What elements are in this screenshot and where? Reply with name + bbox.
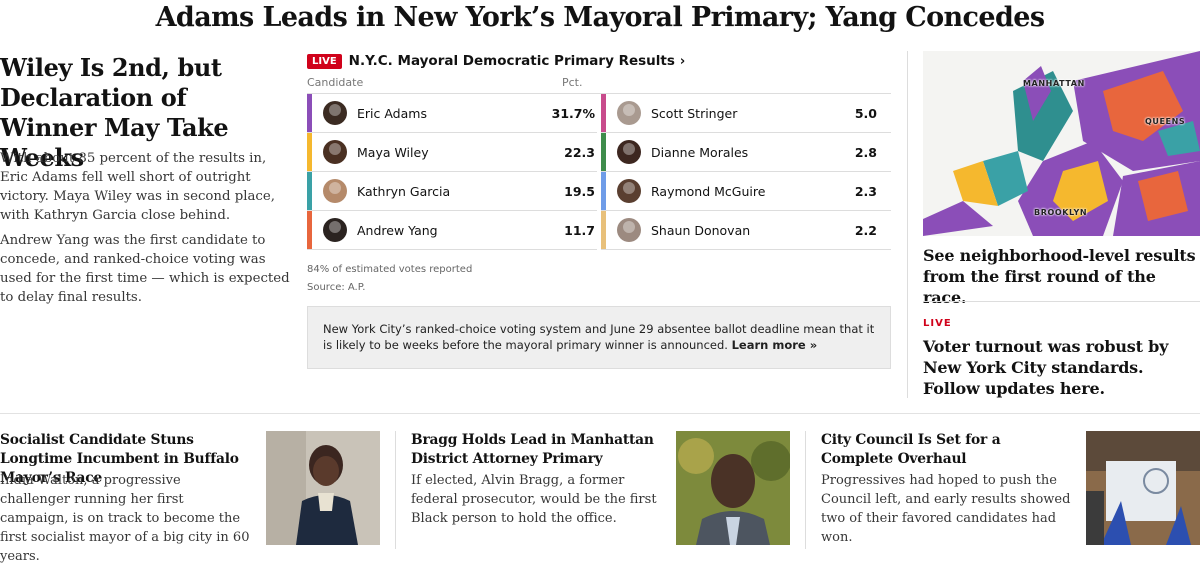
candidate-row: Kathryn Garcia 19.5 xyxy=(307,172,597,211)
candidate-avatar xyxy=(617,140,641,164)
candidate-pct: 2.8 xyxy=(854,144,877,160)
candidate-avatar xyxy=(617,218,641,242)
results-header[interactable]: LIVE N.Y.C. Mayoral Democratic Primary R… xyxy=(307,51,891,71)
story-city-council[interactable]: City Council Is Set for a Complete Overh… xyxy=(821,431,1200,545)
story-photo-art xyxy=(676,431,790,545)
results-module: LIVE N.Y.C. Mayoral Democratic Primary R… xyxy=(307,51,891,369)
candidate-avatar xyxy=(323,101,347,125)
candidate-color-bar xyxy=(601,94,606,132)
candidate-pct: 5.0 xyxy=(854,105,877,121)
candidate-color-bar xyxy=(307,172,312,210)
candidate-name: Andrew Yang xyxy=(357,222,438,238)
results-map[interactable]: MANHATTAN QUEENS BROOKLYN xyxy=(923,51,1200,236)
candidate-color-bar xyxy=(307,94,312,132)
candidate-name: Kathryn Garcia xyxy=(357,183,451,199)
candidate-row: Scott Stringer 5.0 xyxy=(601,94,891,133)
story-photo[interactable] xyxy=(676,431,790,545)
story-summary: India Walton, a progressive challenger r… xyxy=(0,473,250,564)
candidate-column-header: Candidate xyxy=(307,76,364,89)
candidate-row: Maya Wiley 22.3 xyxy=(307,133,597,172)
story-title[interactable]: Bragg Holds Lead in Manhattan District A… xyxy=(411,431,656,469)
candidate-row: Andrew Yang 11.7 xyxy=(307,211,597,250)
main-headline[interactable]: Adams Leads in New York’s Mayoral Primar… xyxy=(0,2,1200,33)
candidate-pct: 22.3 xyxy=(564,144,595,160)
results-column-left: Eric Adams 31.7% Maya Wiley 22.3 Kathryn Gar… xyxy=(307,94,597,250)
candidate-name: Maya Wiley xyxy=(357,144,429,160)
candidate-row: Dianne Morales 2.8 xyxy=(601,133,891,172)
candidate-color-bar xyxy=(307,211,312,249)
candidate-row: Shaun Donovan 2.2 xyxy=(601,211,891,250)
map-label-queens: QUEENS xyxy=(1145,117,1186,126)
results-title[interactable]: N.Y.C. Mayoral Democratic Primary Result… xyxy=(349,53,675,69)
story-photo-art xyxy=(266,431,380,545)
chevron-right-icon[interactable]: › xyxy=(680,54,685,69)
story-buffalo[interactable]: Socialist Candidate Stuns Longtime Incum… xyxy=(0,431,380,564)
live-label: LIVE xyxy=(923,318,952,329)
story-photo-art xyxy=(1086,431,1200,545)
learn-more-link[interactable]: Learn more » xyxy=(732,338,818,352)
pct-column-header: Pct. xyxy=(562,76,583,89)
results-grid: Eric Adams 31.7% Maya Wiley 22.3 Kathryn Gar… xyxy=(307,93,891,250)
ranked-choice-note: New York City’s ranked-choice voting sys… xyxy=(307,306,891,369)
story-bragg[interactable]: Bragg Holds Lead in Manhattan District A… xyxy=(411,431,790,545)
candidate-pct: 2.2 xyxy=(854,222,877,238)
right-rail-divider xyxy=(923,301,1200,302)
candidate-avatar xyxy=(617,179,641,203)
column-divider xyxy=(907,51,908,398)
candidate-name: Shaun Donovan xyxy=(651,222,751,238)
candidate-avatar xyxy=(323,218,347,242)
lead-story-summary-2: Andrew Yang was the first candidate to c… xyxy=(0,233,290,305)
candidate-name: Eric Adams xyxy=(357,105,427,121)
story-summary: If elected, Alvin Bragg, a former federa… xyxy=(411,473,657,526)
story-photo[interactable] xyxy=(266,431,380,545)
results-column-right: Scott Stringer 5.0 Dianne Morales 2.8 Raymon… xyxy=(601,94,891,250)
votes-reported-text: 84% of estimated votes reported xyxy=(307,264,473,275)
map-headline-link[interactable]: See neighborhood-level results from the … xyxy=(923,245,1200,308)
candidate-row: Raymond McGuire 2.3 xyxy=(601,172,891,211)
candidate-pct: 19.5 xyxy=(564,183,595,199)
results-column-headers: Candidate Pct. xyxy=(307,71,891,93)
results-footnote: 84% of estimated votes reported Source: … xyxy=(307,261,891,297)
candidate-color-bar xyxy=(601,133,606,171)
candidate-pct: 31.7% xyxy=(551,105,595,121)
story-title[interactable]: City Council Is Set for a Complete Overh… xyxy=(821,431,1066,469)
story-summary: Progressives had hoped to push the Counc… xyxy=(821,473,1071,545)
candidate-color-bar xyxy=(307,133,312,171)
story-divider xyxy=(805,431,806,549)
section-divider xyxy=(0,413,1200,414)
candidate-pct: 11.7 xyxy=(564,222,595,238)
candidate-pct: 2.3 xyxy=(854,183,877,199)
map-label-brooklyn: BROOKLYN xyxy=(1034,208,1088,217)
story-photo[interactable] xyxy=(1086,431,1200,545)
candidate-avatar xyxy=(323,179,347,203)
candidate-row: Eric Adams 31.7% xyxy=(307,94,597,133)
source-text: Source: A.P. xyxy=(307,282,366,293)
live-badge: LIVE xyxy=(307,53,342,69)
candidate-name: Scott Stringer xyxy=(651,105,738,121)
candidate-name: Dianne Morales xyxy=(651,144,749,160)
map-label-manhattan: MANHATTAN xyxy=(1023,79,1085,88)
candidate-avatar xyxy=(617,101,641,125)
turnout-headline-link[interactable]: Voter turnout was robust by New York Cit… xyxy=(923,336,1200,399)
lead-story-summary-1: With about 85 percent of the results in,… xyxy=(0,151,275,223)
candidate-color-bar xyxy=(601,211,606,249)
story-divider xyxy=(395,431,396,549)
candidate-avatar xyxy=(323,140,347,164)
candidate-color-bar xyxy=(601,172,606,210)
candidate-name: Raymond McGuire xyxy=(651,183,766,199)
